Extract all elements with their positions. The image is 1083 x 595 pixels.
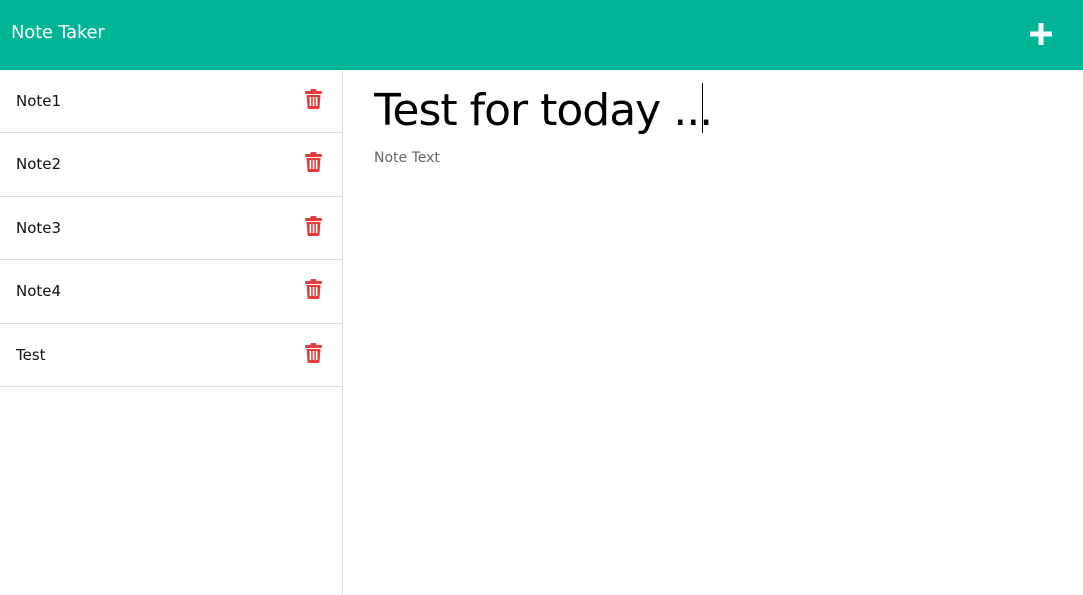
note-title-input[interactable] (374, 82, 1054, 138)
note-label: Test (16, 345, 46, 364)
note-label: Note2 (16, 155, 62, 174)
list-item[interactable]: Note3 (0, 197, 342, 261)
list-item[interactable]: Note2 (0, 133, 342, 197)
trash-icon[interactable] (305, 342, 322, 363)
brand-title[interactable]: Note Taker (11, 22, 105, 43)
note-label: Note3 (16, 218, 62, 237)
list-item[interactable]: Note4 (0, 260, 342, 324)
note-text-input[interactable] (374, 150, 1054, 570)
note-editor (343, 70, 1083, 595)
add-note-button[interactable] (1028, 21, 1054, 47)
note-list: Note1 Note2 Note3 Note4 Test (0, 70, 343, 595)
note-label: Note1 (16, 92, 62, 110)
navbar: Note Taker (0, 0, 1083, 70)
trash-icon[interactable] (305, 215, 322, 236)
note-label: Note4 (16, 282, 62, 301)
text-cursor (702, 83, 703, 133)
trash-icon[interactable] (305, 152, 322, 173)
list-item[interactable]: Note1 (0, 70, 342, 134)
trash-icon[interactable] (305, 279, 322, 300)
list-item[interactable]: Test (0, 324, 342, 387)
plus-icon (1030, 23, 1052, 45)
trash-icon[interactable] (305, 89, 322, 109)
